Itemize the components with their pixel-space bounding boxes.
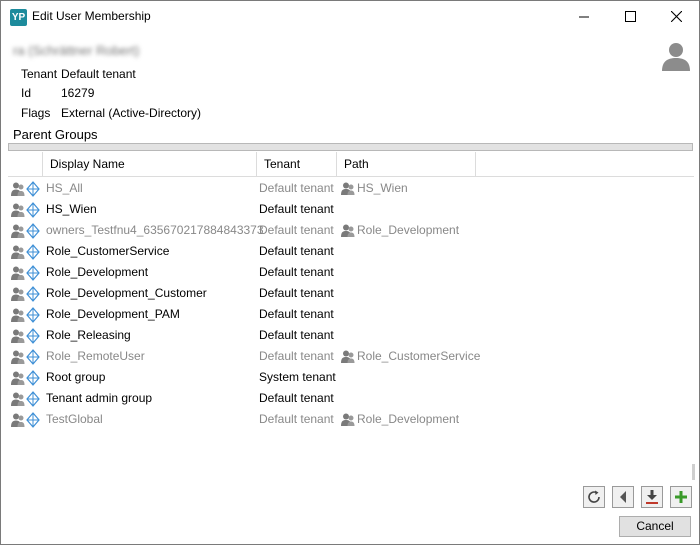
back-button[interactable] [612,486,634,508]
group-icon [11,265,43,281]
window-title: Edit User Membership [32,9,151,23]
refresh-button[interactable] [583,486,605,508]
vertical-scrollbar-thumb[interactable] [692,464,695,480]
header-display-name[interactable]: Display Name [43,152,257,176]
group-icon [11,223,43,239]
table-row[interactable]: Tenant admin group Default tenant [8,388,694,409]
header-path[interactable]: Path [337,152,476,176]
path-group-icon [341,182,356,195]
group-tenant: Default tenant [259,223,334,237]
table-row[interactable]: Role_Development Default tenant [8,262,694,283]
download-icon [646,490,658,504]
table-row[interactable]: Role_Development_PAM Default tenant [8,304,694,325]
parent-groups-title: Parent Groups [13,127,98,142]
group-path: Role_Development [357,412,460,426]
path-group-icon [341,350,356,363]
table-row[interactable]: Root group System tenant [8,367,694,388]
tenant-value: Default tenant [61,67,136,81]
group-icon [11,202,43,218]
path-group-icon [341,224,356,237]
group-name: Role_Development_Customer [46,286,207,300]
group-icon [11,328,43,344]
group-tenant: Default tenant [259,412,334,426]
table-row[interactable]: Role_CustomerService Default tenant [8,241,694,262]
group-name: Role_CustomerService [46,244,170,258]
table-row[interactable]: HS_All Default tenant HS_Wien [8,178,694,199]
table-row[interactable]: Role_Releasing Default tenant [8,325,694,346]
group-name: Role_RemoteUser [46,349,145,363]
maximize-button[interactable] [607,1,653,32]
group-tenant: Default tenant [259,307,334,321]
group-icon [11,286,43,302]
horizontal-scrollbar[interactable] [8,143,693,151]
close-icon [670,11,682,22]
download-button[interactable] [641,486,663,508]
group-tenant: Default tenant [259,265,334,279]
group-path: HS_Wien [357,181,408,195]
group-icon [11,244,43,260]
dialog-window: YP Edit User Membership ra (Schrättner R… [0,0,700,545]
group-icon [11,370,43,386]
app-icon: YP [10,9,27,26]
group-tenant: Default tenant [259,391,334,405]
group-name: Root group [46,370,106,384]
group-name: Tenant admin group [46,391,153,405]
add-icon [675,491,687,503]
header-icon-column[interactable] [8,152,43,176]
group-tenant: Default tenant [259,328,334,342]
table-row[interactable]: TestGlobal Default tenant Role_Development [8,409,694,430]
table-row[interactable]: owners_Testfnu4_635670217884843373 Defaul… [8,220,694,241]
group-path: Role_CustomerService [357,349,481,363]
group-tenant: Default tenant [259,349,334,363]
flags-label: Flags [21,106,51,120]
refresh-icon [588,490,600,503]
table-row[interactable]: Role_RemoteUser Default tenant Role_Custom… [8,346,694,367]
group-tenant: Default tenant [259,181,334,195]
group-name: TestGlobal [46,412,103,426]
id-value: 16279 [61,86,95,100]
group-tenant: Default tenant [259,244,334,258]
minimize-icon [579,16,589,17]
cancel-button[interactable]: Cancel [619,516,691,537]
group-icon [11,307,43,323]
group-tenant: System tenant [259,370,336,384]
tenant-label: Tenant [21,67,58,81]
close-button[interactable] [653,1,699,32]
maximize-icon [624,11,636,22]
group-path: Role_Development [357,223,460,237]
minimize-button[interactable] [561,1,607,32]
group-name: HS_All [46,181,83,195]
group-icon [11,349,43,365]
grid-header: Display Name Tenant Path [8,152,694,177]
id-label: Id [21,86,32,100]
group-icon [11,412,43,428]
group-name: HS_Wien [46,202,97,216]
flags-value: External (Active-Directory) [61,106,202,120]
table-row[interactable]: Role_Development_Customer Default tenant [8,283,694,304]
add-button[interactable] [670,486,692,508]
user-display-name: ra (Schrättner Robert) [13,43,140,58]
group-name: Role_Releasing [46,328,131,342]
group-icon [11,391,43,407]
path-group-icon [341,413,356,426]
group-name: Role_Development [46,265,149,279]
group-tenant: Default tenant [259,202,334,216]
table-row[interactable]: HS_Wien Default tenant [8,199,694,220]
back-icon [620,491,626,503]
group-icon [11,181,43,197]
group-name: Role_Development_PAM [46,307,180,321]
parent-groups-grid: Display Name Tenant Path HS_All Default t… [8,152,694,452]
group-tenant: Default tenant [259,286,334,300]
title-bar: YP Edit User Membership [1,1,699,32]
user-avatar-icon [662,43,690,71]
header-tenant[interactable]: Tenant [257,152,337,176]
group-name: owners_Testfnu4_635670217884843373 [46,223,264,237]
